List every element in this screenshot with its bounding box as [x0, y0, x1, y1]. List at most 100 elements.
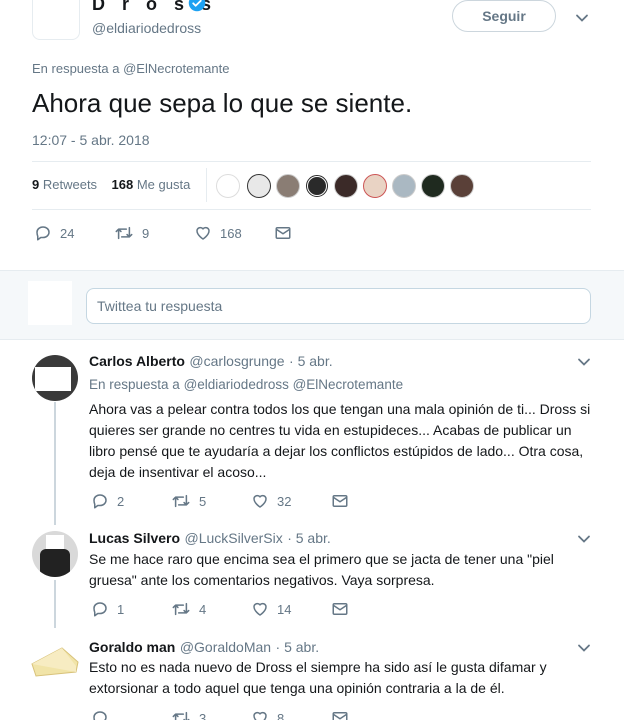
thread-line: [54, 580, 56, 628]
retweets-label: Retweets: [42, 177, 98, 192]
reply-icon: [93, 711, 107, 720]
chevron-down-icon[interactable]: [574, 10, 590, 26]
reply-to-link[interactable]: @eldiariodedross @ElNecrotemante: [184, 377, 404, 392]
reply-action[interactable]: 24: [34, 224, 74, 242]
tweet-stats: 9 Retweets 168 Me gusta: [32, 177, 190, 192]
like-action[interactable]: 8: [251, 709, 284, 720]
retweet-action[interactable]: 9: [114, 224, 149, 242]
like-count: 8: [277, 710, 285, 720]
thread-line: [54, 402, 56, 525]
reply-line: quieres ser grande no centres tu vida en…: [89, 422, 572, 438]
tweet-timestamp[interactable]: 12:07 - 5 abr. 2018: [32, 132, 150, 148]
reply-author-name[interactable]: Goraldo man: [89, 639, 175, 655]
reply-context: En respuesta a @eldiariodedross @ElNecro…: [89, 377, 403, 392]
author-avatar[interactable]: [32, 0, 80, 40]
divider: [32, 209, 591, 210]
liker-avatar[interactable]: [392, 174, 416, 198]
liker-avatar[interactable]: [276, 174, 300, 198]
reply-action[interactable]: 2: [91, 492, 124, 510]
heart-icon: [253, 602, 267, 616]
follow-button[interactable]: Seguir: [452, 0, 556, 32]
reply-text: Esto no es nada nuevo de Dross el siempr…: [89, 657, 547, 699]
retweet-count: 4: [199, 601, 207, 617]
retweet-action[interactable]: 3: [171, 709, 206, 720]
divider: [32, 161, 591, 162]
reply-line: Se me hace raro que encima sea el primer…: [89, 551, 554, 567]
likes-stat[interactable]: 168 Me gusta: [112, 177, 191, 192]
reply-line: Ahora vas a pelear contra todos los que …: [89, 401, 591, 417]
reply-avatar[interactable]: [30, 642, 80, 680]
retweet-icon: [115, 226, 133, 240]
reply-author-name[interactable]: Lucas Silvero: [89, 530, 180, 546]
liker-avatar[interactable]: [247, 174, 271, 198]
reply-date[interactable]: · 5 abr.: [276, 639, 320, 655]
like-action[interactable]: 14: [251, 600, 291, 618]
retweet-count: 9: [142, 225, 150, 241]
reply-header: Goraldo man @GoraldoMan · 5 abr.: [89, 639, 319, 657]
reply-author-handle[interactable]: @LuckSilverSix: [185, 530, 283, 546]
reply-author-name[interactable]: Carlos Alberto: [89, 353, 185, 369]
like-action[interactable]: 168: [194, 224, 242, 242]
direct-message-action[interactable]: [331, 492, 357, 510]
heart-icon: [253, 494, 267, 508]
likes-label: Me gusta: [136, 177, 191, 192]
mail-icon: [332, 495, 348, 507]
reply-author-handle[interactable]: @GoraldoMan: [180, 639, 271, 655]
reply-action[interactable]: [91, 709, 117, 720]
chevron-down-icon[interactable]: [576, 354, 592, 370]
reply-count: 1: [117, 601, 125, 617]
reply-input[interactable]: Twittea tu respuesta: [86, 288, 591, 324]
reply-date[interactable]: · 5 abr.: [287, 530, 331, 546]
author-handle[interactable]: @eldiariodedross: [92, 20, 201, 36]
liker-avatar[interactable]: [421, 174, 445, 198]
reply-line: Esto no es nada nuevo de Dross el siempr…: [89, 659, 547, 675]
reply-action[interactable]: 1: [91, 600, 124, 618]
reply-avatar[interactable]: [32, 531, 78, 577]
likes-count: 168: [111, 177, 134, 192]
mail-icon: [332, 603, 348, 615]
retweet-count: 3: [199, 710, 207, 720]
reply-line: deja de insentivar el acoso...: [89, 464, 267, 480]
direct-message-action[interactable]: [331, 600, 357, 618]
reply-header: Carlos Alberto @carlosgrunge · 5 abr.: [89, 353, 333, 371]
heart-icon: [253, 711, 267, 720]
tweet-text: Ahora que sepa lo que se siente.: [32, 88, 413, 118]
like-action[interactable]: 32: [251, 492, 291, 510]
liker-avatar[interactable]: [305, 174, 329, 198]
liker-avatar[interactable]: [216, 174, 240, 198]
reply-date[interactable]: · 5 abr.: [289, 353, 333, 369]
retweet-icon: [172, 494, 190, 508]
reply-line: gruesa" ante los comentarios negativos. …: [89, 572, 435, 588]
direct-message-action[interactable]: [331, 709, 357, 720]
reply-prefix: En respuesta a: [32, 61, 120, 76]
reply-to-link[interactable]: @ElNecrotemante: [123, 61, 229, 76]
retweet-icon: [172, 711, 190, 720]
heart-icon: [196, 226, 210, 240]
liker-avatar[interactable]: [334, 174, 358, 198]
retweet-action[interactable]: 5: [171, 492, 206, 510]
liker-avatar[interactable]: [450, 174, 474, 198]
direct-message-action[interactable]: [274, 224, 300, 242]
liker-avatar[interactable]: [363, 174, 387, 198]
chevron-down-icon[interactable]: [576, 531, 592, 547]
like-count: 32: [277, 493, 292, 509]
chevron-down-icon[interactable]: [576, 640, 592, 656]
reply-icon: [93, 602, 107, 617]
retweet-count: 5: [199, 493, 207, 509]
reply-count: 24: [60, 225, 75, 241]
reply-composer: Twittea tu respuesta: [0, 270, 624, 340]
stats-divider: [206, 168, 207, 202]
retweet-stat[interactable]: 9 Retweets: [32, 177, 97, 192]
reply-author-handle[interactable]: @carlosgrunge: [189, 353, 284, 369]
reply-line: libro pensé que te ayudaría a dejar los …: [89, 443, 584, 459]
retweet-icon: [172, 602, 190, 616]
reply-icon: [36, 226, 50, 241]
user-avatar: [28, 281, 72, 325]
like-count: 168: [220, 225, 242, 241]
verified-icon: [188, 0, 206, 12]
retweet-action[interactable]: 4: [171, 600, 206, 618]
reply-count: 2: [117, 493, 125, 509]
reply-avatar[interactable]: [32, 355, 78, 401]
retweets-count: 9: [32, 177, 40, 192]
reply-header: Lucas Silvero @LuckSilverSix · 5 abr.: [89, 530, 331, 548]
